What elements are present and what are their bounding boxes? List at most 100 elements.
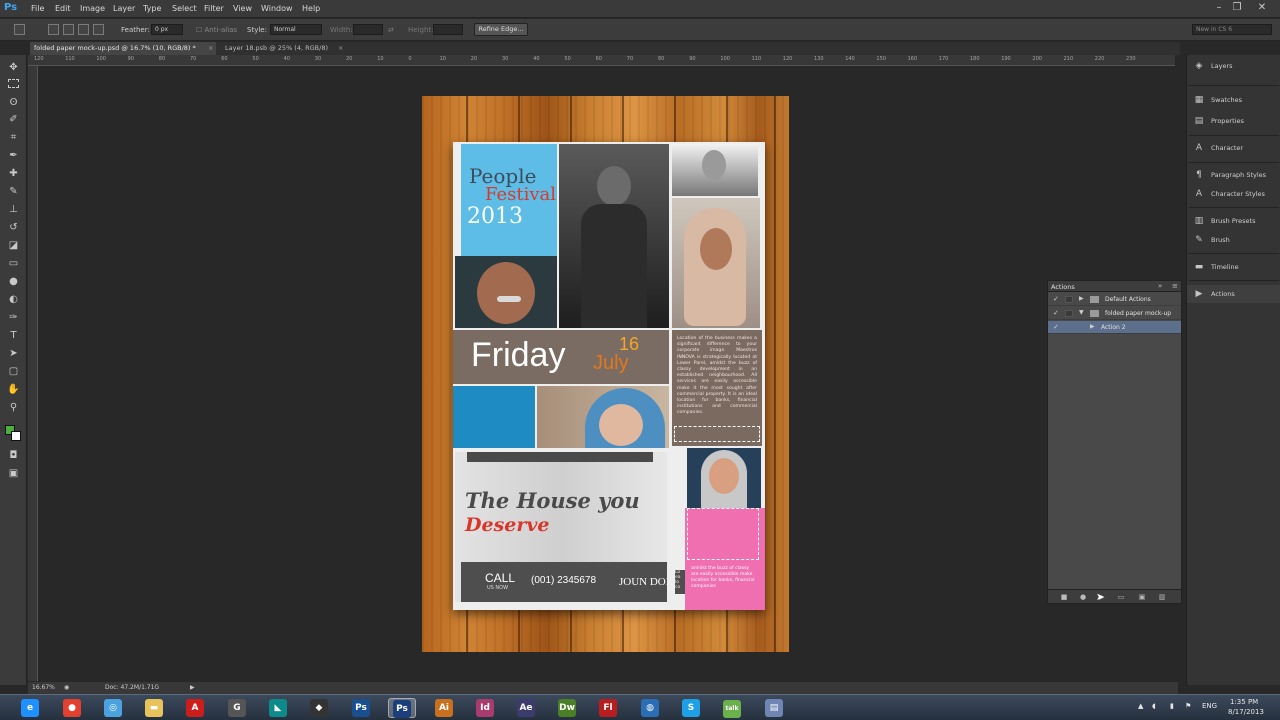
menu-view[interactable]: View [233, 4, 252, 13]
talk-icon[interactable]: talk [718, 698, 746, 718]
new-selection-icon[interactable] [48, 24, 59, 35]
menu-layer[interactable]: Layer [113, 4, 135, 13]
swap-icon[interactable]: ⇄ [388, 26, 394, 34]
quick-mask-icon[interactable]: ◘ [7, 449, 20, 462]
dock-item-properties[interactable]: ▤ Properties [1187, 112, 1280, 130]
expand-arrow-icon[interactable]: ▶ [1079, 295, 1084, 302]
notepad-icon[interactable]: ▤ [760, 698, 788, 718]
dock-item-actions[interactable]: ▶ Actions [1187, 285, 1280, 303]
dodge-tool-icon[interactable]: ◐ [7, 293, 20, 306]
antialias-checkbox[interactable]: ☐ Anti-alias [196, 26, 237, 34]
style-select[interactable]: Normal [270, 24, 322, 35]
menu-edit[interactable]: Edit [55, 4, 71, 13]
dock-item-timeline[interactable]: ▬ Timeline [1187, 258, 1280, 276]
dialog-toggle-icon[interactable] [1065, 310, 1073, 317]
chrome-icon[interactable]: ● [58, 698, 86, 718]
height-input[interactable] [433, 24, 463, 35]
collapse-panel-icon[interactable]: » [1158, 282, 1162, 290]
photoshop-active-icon[interactable]: Ps [388, 698, 416, 718]
background-color-swatch[interactable] [11, 431, 21, 441]
aftereffects-icon[interactable]: Ae [512, 698, 540, 718]
action-set-default[interactable]: ✓ ▶ Default Actions [1048, 293, 1181, 306]
menu-help[interactable]: Help [302, 4, 320, 13]
dialog-toggle-icon[interactable] [1065, 324, 1073, 331]
explorer-icon[interactable]: ▬ [140, 698, 168, 718]
photoshop-icon[interactable]: Ps [347, 698, 375, 718]
tab-close-icon[interactable]: × [338, 42, 343, 55]
screen-mode-icon[interactable]: ▣ [7, 467, 20, 480]
flyer-mockup[interactable]: People Festival 2013 Friday 16 July Loca… [453, 142, 765, 610]
workspace-select[interactable]: New in CS 6 [1192, 24, 1272, 35]
clock-time[interactable]: 1:35 PM [1230, 698, 1258, 706]
shape-tool-icon[interactable]: ▢ [7, 365, 20, 378]
app-teal-icon[interactable]: ◣ [264, 698, 292, 718]
width-input[interactable] [353, 24, 383, 35]
dock-item-swatches[interactable]: ▦ Swatches [1187, 91, 1280, 109]
doc-size[interactable]: Doc: 47.2M/1.71G [105, 684, 159, 691]
check-icon[interactable]: ✓ [1053, 323, 1059, 331]
action-set-folded-paper[interactable]: ✓ ▼ folded paper mock-up [1048, 307, 1181, 320]
add-selection-icon[interactable] [63, 24, 74, 35]
eraser-tool-icon[interactable]: ◪ [7, 239, 20, 252]
blur-tool-icon[interactable]: ● [7, 275, 20, 288]
dock-item-character[interactable]: A Character [1187, 139, 1280, 157]
dock-item-layers[interactable]: ◈ Layers [1187, 57, 1280, 75]
feather-input[interactable]: 0 px [151, 24, 183, 35]
dialog-toggle-icon[interactable] [1065, 296, 1073, 303]
tab-close-icon[interactable]: × [208, 42, 213, 55]
restore-icon[interactable]: ❐ [1230, 2, 1244, 14]
flash-icon[interactable]: Fl [594, 698, 622, 718]
crop-tool-icon[interactable]: ⌗ [7, 131, 20, 144]
collapse-arrow-icon[interactable]: ▼ [1079, 309, 1084, 316]
close-icon[interactable]: ✕ [1255, 2, 1269, 14]
zoom-level[interactable]: 16.67% [32, 684, 55, 691]
brush-tool-icon[interactable]: ✎ [7, 185, 20, 198]
history-brush-icon[interactable]: ↺ [7, 221, 20, 234]
menu-file[interactable]: File [31, 4, 44, 13]
menu-select[interactable]: Select [172, 4, 197, 13]
healing-brush-icon[interactable]: ✚ [7, 167, 20, 180]
menu-filter[interactable]: Filter [204, 4, 224, 13]
dock-item-brush[interactable]: ✎ Brush [1187, 231, 1280, 249]
dreamweaver-icon[interactable]: Dw [553, 698, 581, 718]
menu-type[interactable]: Type [143, 4, 161, 13]
skype-icon[interactable]: S [677, 698, 705, 718]
action-item-action-2[interactable]: ✓ ▶ Action 2 [1048, 321, 1181, 334]
tray-flag-icon[interactable]: ⚑ [1185, 702, 1191, 710]
app-dark-icon[interactable]: ◆ [305, 698, 333, 718]
intersect-selection-icon[interactable] [93, 24, 104, 35]
zoom-tool-icon[interactable]: ⚲ [7, 401, 20, 414]
eyedropper-tool-icon[interactable]: ✒ [7, 149, 20, 162]
menu-window[interactable]: Window [261, 4, 293, 13]
subtract-selection-icon[interactable] [78, 24, 89, 35]
tray-arrow-icon[interactable]: ▲ [1138, 702, 1143, 710]
check-icon[interactable]: ✓ [1053, 309, 1059, 317]
quick-select-tool-icon[interactable]: ✐ [7, 113, 20, 126]
minimize-icon[interactable]: – [1212, 2, 1226, 14]
panel-menu-icon[interactable]: ≡ [1172, 282, 1178, 290]
tray-volume-icon[interactable]: ◖ [1152, 702, 1156, 710]
acrobat-icon[interactable]: A [181, 698, 209, 718]
new-set-icon[interactable]: ▭ [1117, 593, 1125, 601]
illustrator-icon[interactable]: Ai [430, 698, 458, 718]
path-select-icon[interactable]: ➤ [7, 347, 20, 360]
dock-item-paragraph-styles[interactable]: ¶ Paragraph Styles [1187, 166, 1280, 184]
delete-icon[interactable]: ▥ [1158, 593, 1166, 601]
gradient-tool-icon[interactable]: ▭ [7, 257, 20, 270]
marquee-tool-icon[interactable] [8, 79, 19, 88]
type-tool-icon[interactable]: T [7, 329, 20, 342]
clock-date[interactable]: 8/17/2013 [1228, 708, 1264, 716]
menu-image[interactable]: Image [80, 4, 105, 13]
tab-layer-18[interactable]: Layer 18.psb @ 25% (4, RGB/8) × [221, 42, 347, 55]
dock-item-brush-presets[interactable]: ▥ Brush Presets [1187, 212, 1280, 230]
tray-network-icon[interactable]: ▮ [1170, 702, 1174, 710]
new-action-icon[interactable]: ▣ [1138, 593, 1146, 601]
indesign-icon[interactable]: Id [471, 698, 499, 718]
pen-tool-icon[interactable]: ✑ [7, 311, 20, 324]
clone-stamp-icon[interactable]: ⊥ [7, 203, 20, 216]
expand-arrow-icon[interactable]: ▶ [1090, 323, 1095, 330]
dock-item-character-styles[interactable]: A Character Styles [1187, 185, 1280, 203]
lasso-tool-icon[interactable]: ʘ [7, 96, 20, 109]
safari-icon[interactable]: ◎ [99, 698, 127, 718]
hand-tool-icon[interactable]: ✋ [7, 383, 20, 396]
